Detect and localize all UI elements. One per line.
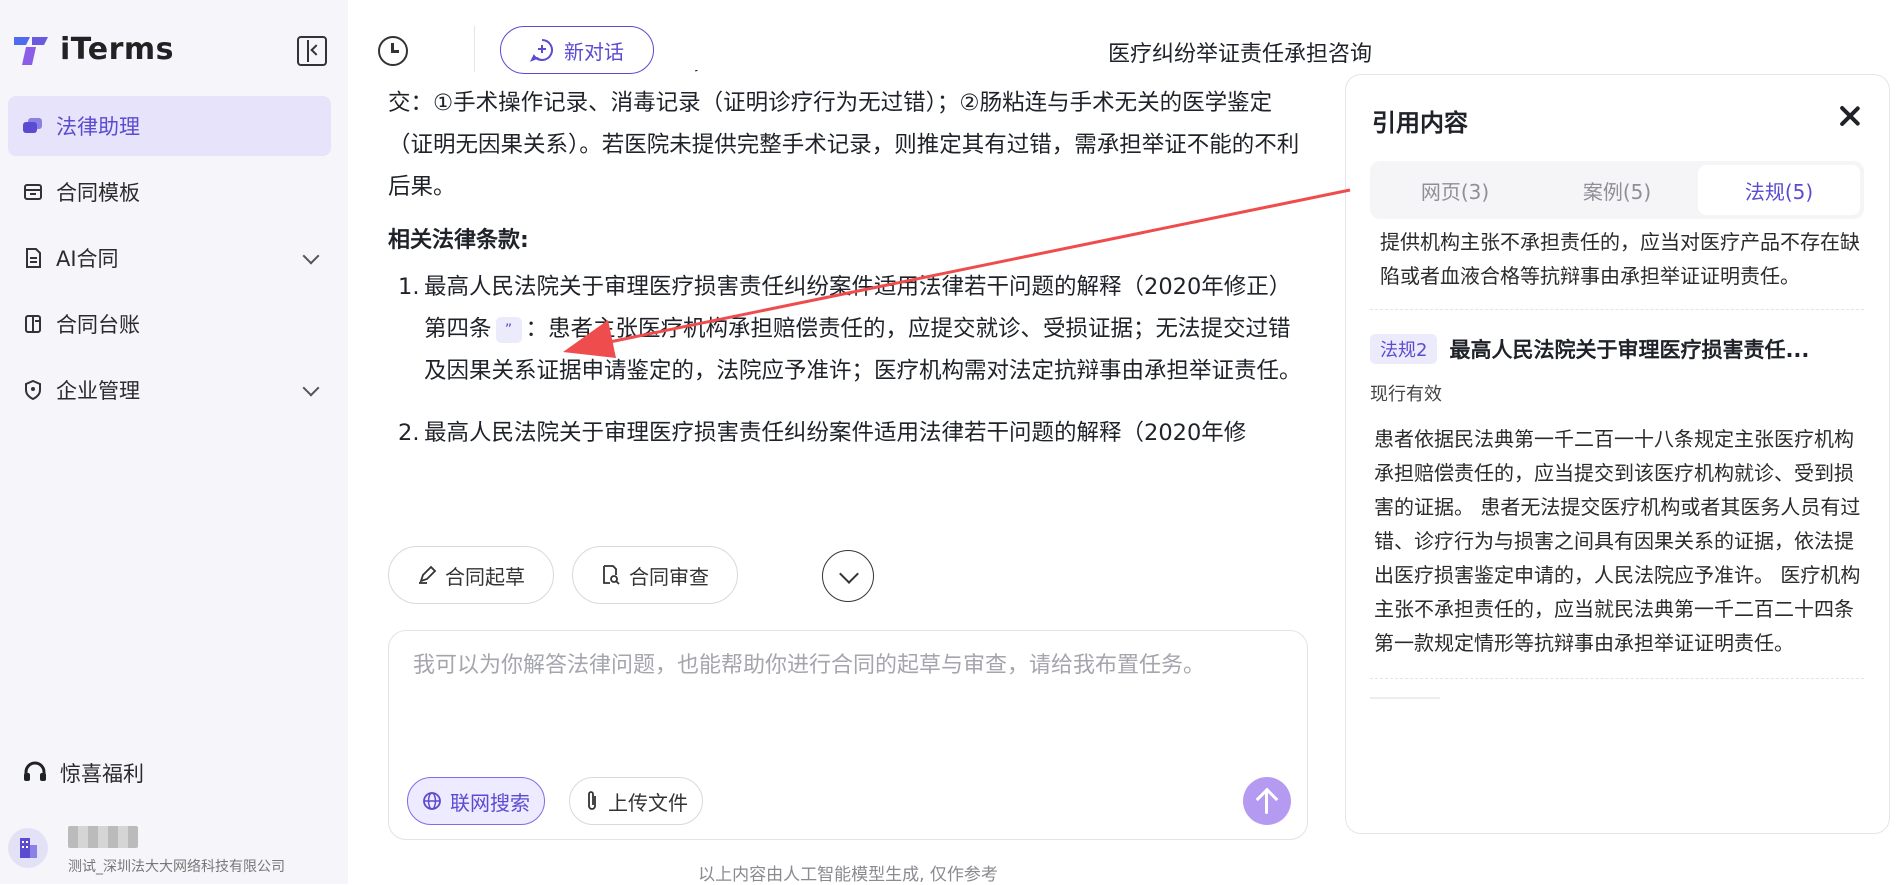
nav-item-legal-assistant[interactable]: 法律助理	[8, 96, 331, 156]
brand-name: iTerms	[60, 32, 175, 67]
scroll-fade	[388, 480, 1313, 508]
chevron-down-icon[interactable]	[302, 247, 320, 265]
logo-icon	[14, 36, 48, 65]
user-name-redacted	[68, 826, 138, 848]
citation-title[interactable]: 最高人民法院关于审理医疗损害责任...	[1449, 334, 1809, 364]
shield-icon	[22, 379, 44, 401]
globe-icon	[423, 792, 441, 810]
close-icon[interactable]	[1839, 105, 1861, 127]
header-divider	[474, 26, 475, 72]
ai-disclaimer: 以上内容由人工智能模型生成, 仅作参考	[698, 865, 998, 885]
citation-status: 现行有效	[1370, 384, 1442, 405]
quick-action-label: 合同审查	[629, 564, 709, 589]
nav-label: 合同模板	[56, 181, 140, 205]
headset-icon	[24, 761, 46, 781]
chevron-down-icon[interactable]	[302, 379, 320, 397]
avatar	[8, 828, 48, 868]
citation-tag: 法规2	[1370, 334, 1438, 364]
tab-regulations[interactable]: 法规(5)	[1698, 165, 1860, 215]
citation-marker[interactable]: ”	[495, 316, 522, 343]
citation-list: 提供机构主张不承担责任的，应当对医疗产品不存在缺陷或者血液合格等抗辩事由承担举证…	[1370, 221, 1864, 833]
law-number: 2.	[398, 420, 420, 446]
chat-answer: 缴费凭证（证明医疗关系存在）；②肠粘连的诊断报告（证明损害结果）。医院需提 交：…	[388, 70, 1313, 510]
new-chat-icon	[530, 39, 553, 62]
brand-logo[interactable]: iTerms	[12, 32, 174, 67]
nav-label: 企业管理	[56, 379, 140, 403]
upload-label: 上传文件	[608, 790, 688, 815]
answer-paragraph: 交：①手术操作记录、消毒记录（证明诊疗行为无过错）；②肠粘连与手术无关的医学鉴定…	[388, 90, 1300, 200]
nav-item-ai-contract[interactable]: AI合同	[8, 228, 331, 288]
new-chat-button[interactable]: 新对话	[500, 26, 654, 74]
nav-label: AI合同	[56, 247, 119, 271]
sidebar: iTerms 法律助理 合同模板 AI合同 合同台账 企业管理 惊喜福利 测试_…	[0, 0, 348, 884]
tab-cases[interactable]: 案例(5)	[1536, 165, 1698, 215]
ledger-icon	[22, 313, 44, 335]
message-input[interactable]: 我可以为你解答法律问题，也能帮助你进行合同的起草与审查，请给我布置任务。	[413, 647, 1273, 685]
document-icon	[22, 247, 44, 269]
law-list: 1. 最高人民法院关于审理医疗损害责任纠纷案件适用法律若干问题的解释（2020年…	[388, 266, 1313, 454]
nav-item-contract-templates[interactable]: 合同模板	[8, 162, 331, 222]
law-body: ：患者主张医疗机构承担赔偿责任的，应提交就诊、受损证据；无法提交过错及因果关系证…	[424, 316, 1302, 384]
paperclip-icon	[588, 791, 596, 810]
answer-cut-line: 缴费凭证（证明医疗关系存在）；②肠粘连的诊断报告（证明损害结果）。医院需提	[388, 70, 1313, 82]
law-number: 1.	[398, 274, 420, 300]
bonus-label: 惊喜福利	[60, 762, 144, 786]
contract-draft-button[interactable]: 合同起草	[388, 546, 554, 604]
web-search-toggle[interactable]: 联网搜索	[407, 777, 545, 825]
nav-label: 合同台账	[56, 313, 140, 337]
user-organization: 测试_深圳法大大网络科技有限公司	[68, 859, 285, 875]
main-nav: 法律助理 合同模板 AI合同 合同台账 企业管理	[8, 96, 331, 426]
law-heading: 最高人民法院关于审理医疗损害责任纠纷案件适用法律若干问题的解释（2020年修	[424, 420, 1247, 446]
building-icon	[20, 838, 37, 858]
citation-tabs: 网页(3) 案例(5) 法规(5)	[1370, 161, 1864, 219]
review-icon	[603, 565, 620, 585]
tab-web[interactable]: 网页(3)	[1374, 165, 1536, 215]
divider	[1370, 309, 1864, 310]
nav-label: 法律助理	[56, 115, 140, 139]
page-title: 医疗纠纷举证责任承担咨询	[1107, 42, 1372, 67]
quick-action-label: 合同起草	[445, 564, 525, 589]
bonus-link[interactable]: 惊喜福利	[22, 758, 144, 788]
citations-panel: 引用内容 网页(3) 案例(5) 法规(5) 提供机构主张不承担责任的，应当对医…	[1345, 74, 1890, 834]
collapse-sidebar-icon[interactable]	[297, 36, 327, 66]
user-profile[interactable]: 测试_深圳法大大网络科技有限公司	[8, 826, 338, 876]
web-search-label: 联网搜索	[450, 790, 530, 815]
citation-text: 患者依据民法典第一千二百一十八条规定主张医疗机构承担赔偿责任的，应当提交到该医疗…	[1374, 427, 1861, 655]
nav-item-enterprise-management[interactable]: 企业管理	[8, 360, 331, 420]
composer: 我可以为你解答法律问题，也能帮助你进行合同的起草与审查，请给我布置任务。 联网搜…	[388, 630, 1308, 840]
law-item: 2. 最高人民法院关于审理医疗损害责任纠纷案件适用法律若干问题的解释（2020年…	[388, 412, 1313, 454]
divider	[1370, 678, 1864, 679]
chat-bubbles-icon	[22, 115, 44, 137]
section-heading: 相关法律条款:	[388, 228, 529, 253]
citation-header[interactable]: 法规2 最高人民法院关于审理医疗损害责任...	[1370, 334, 1864, 364]
contract-review-button[interactable]: 合同审查	[572, 546, 738, 604]
previous-citation-text: 提供机构主张不承担责任的，应当对医疗产品不存在缺陷或者血液合格等抗辩事由承担举证…	[1380, 230, 1860, 288]
new-chat-label: 新对话	[564, 39, 624, 64]
send-button[interactable]	[1243, 777, 1291, 825]
panel-title: 引用内容	[1372, 109, 1468, 137]
history-icon[interactable]	[378, 36, 408, 66]
expand-actions-button[interactable]	[822, 550, 874, 602]
template-icon	[22, 181, 44, 203]
nav-item-contract-ledger[interactable]: 合同台账	[8, 294, 331, 354]
pen-icon	[419, 565, 437, 584]
law-item: 1. 最高人民法院关于审理医疗损害责任纠纷案件适用法律若干问题的解释（2020年…	[388, 266, 1313, 392]
upload-file-button[interactable]: 上传文件	[569, 777, 703, 825]
next-item-stub	[1370, 697, 1440, 699]
